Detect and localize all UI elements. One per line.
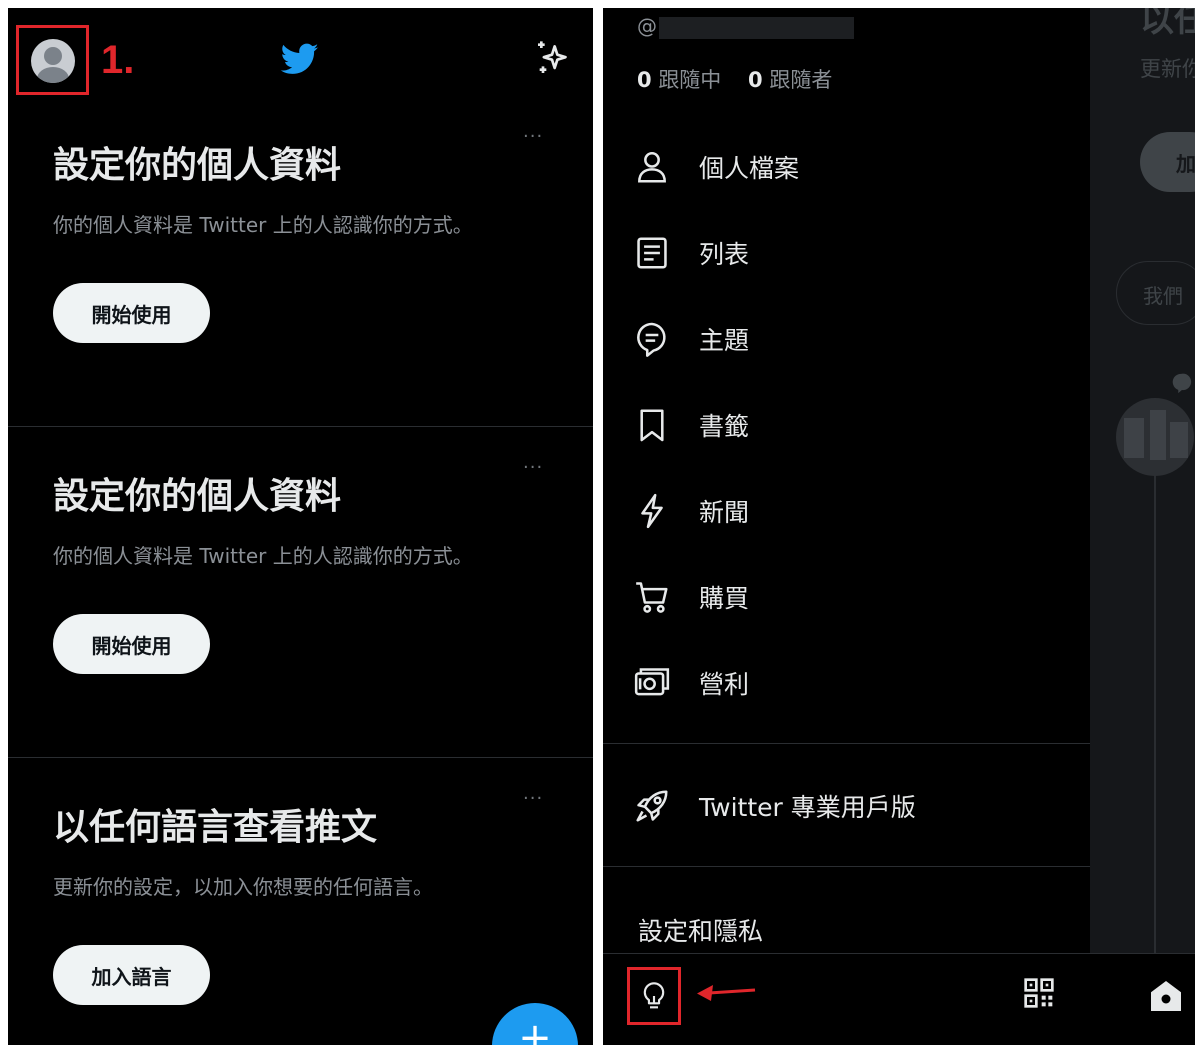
bg-timeline-line [1154,398,1156,958]
menu-item-label: Twitter 專業用戶版 [699,793,916,822]
topics-icon [637,322,666,357]
more-options-icon[interactable]: ··· [523,126,543,147]
lightning-icon [641,493,663,529]
avatar-icon[interactable] [31,39,75,83]
person-icon [638,151,666,183]
menu-item-lists[interactable]: 列表 [633,228,1073,278]
divider [603,743,1090,744]
menu-item-label: 購買 [699,584,750,613]
list-icon [637,237,667,269]
card-description: 你的個人資料是 Twitter 上的人認識你的方式。 [53,544,473,568]
following-label[interactable]: 跟隨中 [658,68,721,92]
bg-search: 我們 [1116,261,1195,325]
bg-button: 加 [1140,132,1195,192]
bg-topic-icon [1172,373,1192,394]
menu-item-professional[interactable]: Twitter 專業用戶版 [633,781,1073,831]
add-language-button[interactable]: 加入語言 [53,945,210,1005]
followers-count[interactable]: 0 [748,68,763,92]
side-drawer-screen: 以任 更新你 加 我們 @ 0 跟隨中 0 跟隨者 個人檔案 列表 主題 書籤 … [603,8,1195,1045]
bg-subtitle: 更新你 [1140,57,1195,81]
card-title: 設定你的個人資料 [53,476,342,517]
lightbulb-highlight-box [627,967,681,1025]
user-handle-prefix: @ [637,14,657,38]
step-label: 1. [101,38,135,82]
following-count[interactable]: 0 [637,68,652,92]
menu-item-label: 書籤 [699,412,750,441]
sparkle-icon[interactable] [533,38,573,78]
start-button[interactable]: 開始使用 [53,283,210,343]
menu-item-label: 營利 [699,670,750,699]
card-description: 你的個人資料是 Twitter 上的人認識你的方式。 [53,213,473,237]
bookmark-icon [640,409,664,442]
start-button[interactable]: 開始使用 [53,614,210,674]
divider [603,866,1090,867]
prompt-card: 以任何語言查看推文 ··· 更新你的設定，以加入你想要的任何語言。 加入語言 [8,758,593,1045]
menu-item-monetization[interactable]: 營利 [633,658,1073,708]
menu-item-news[interactable]: 新聞 [633,486,1073,536]
more-options-icon[interactable]: ··· [523,457,543,478]
menu-item-label: 個人檔案 [699,154,800,183]
qr-code-icon[interactable] [1023,977,1055,1009]
menu-item-label: 主題 [699,326,750,355]
menu-item-profile[interactable]: 個人檔案 [633,142,1073,192]
followers-label[interactable]: 跟隨者 [769,68,832,92]
menu-item-topics[interactable]: 主題 [633,314,1073,364]
rocket-icon [636,790,668,822]
arrow-pointer-icon [697,985,756,1001]
cart-icon [636,582,668,613]
divider [603,953,1090,954]
prompt-card: 設定你的個人資料 ··· 你的個人資料是 Twitter 上的人認識你的方式。 … [8,96,593,427]
top-app-bar: 1. [8,8,593,96]
menu-item-purchases[interactable]: 購買 [633,572,1073,622]
home-screen: 1. 設定你的個人資料 ··· 你的個人資料是 Twitter 上的人認識你的方… [8,8,593,1045]
prompt-card: 設定你的個人資料 ··· 你的個人資料是 Twitter 上的人認識你的方式。 … [8,427,593,758]
redacted-handle [659,17,854,39]
navigation-drawer: @ 0 跟隨中 0 跟隨者 個人檔案 列表 主題 書籤 新聞 購買 營利 Twi… [603,8,1090,1045]
menu-item-label: 新聞 [699,498,750,527]
money-icon [634,668,670,696]
follow-stats: 0 跟隨中 0 跟隨者 [637,64,832,94]
avatar-highlight-box [16,25,89,95]
settings-and-privacy[interactable]: 設定和隱私 [638,912,763,948]
home-icon [1151,981,1181,1011]
card-description: 更新你的設定，以加入你想要的任何語言。 [53,875,433,899]
card-title: 以任何語言查看推文 [53,807,378,848]
card-title: 設定你的個人資料 [53,145,342,186]
bg-title: 以任 [1140,8,1195,40]
menu-item-bookmarks[interactable]: 書籤 [633,400,1073,450]
more-options-icon[interactable]: ··· [523,788,543,809]
menu-item-label: 列表 [699,240,750,269]
twitter-bird-icon[interactable] [278,40,322,78]
bg-avatar-photo [1116,398,1194,476]
lightbulb-icon[interactable] [638,979,670,1013]
